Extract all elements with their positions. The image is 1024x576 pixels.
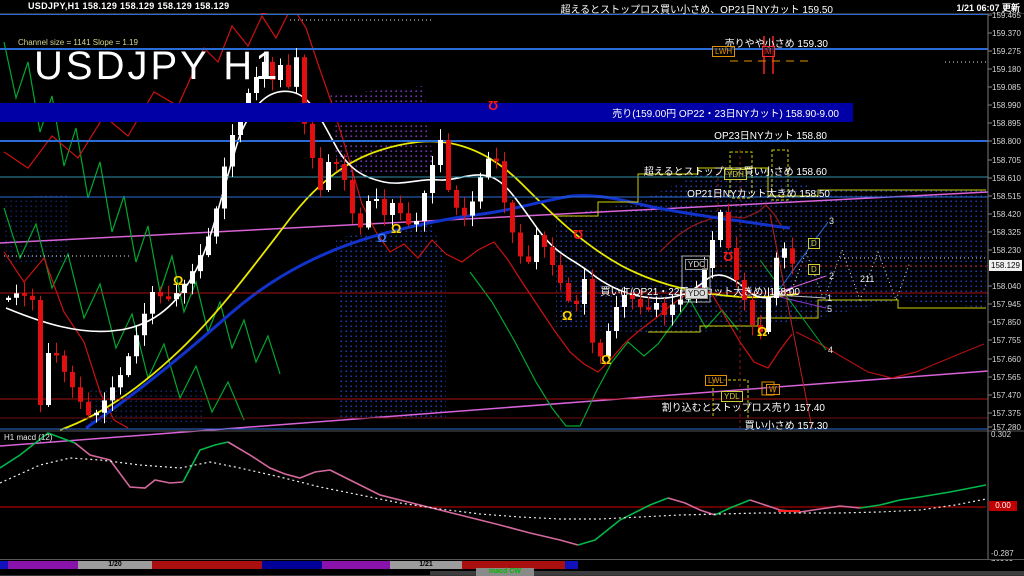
signal-marker-icon: Ʊ (723, 250, 733, 263)
price-label: 158.990 (992, 101, 1021, 110)
macd-zero-box: 0.00 (989, 501, 1017, 511)
macd-scale-top: 0.302 (991, 430, 1011, 439)
signal-marker-icon: Ω (757, 325, 767, 338)
current-price-box: 158.129 (989, 260, 1022, 271)
price-label: 158.420 (992, 210, 1021, 219)
price-label: 157.470 (992, 391, 1021, 400)
sell-zone-text: 売り(159.00円 OP22・23日NYカット) 158.90-9.00 (612, 105, 839, 120)
signal-marker-icon: Ʊ (488, 99, 498, 112)
price-label: 157.660 (992, 355, 1021, 364)
chart-annotation: 売りやや小さめ 159.30 (725, 35, 828, 50)
marker-badge: D (808, 264, 820, 275)
price-label: 159.085 (992, 83, 1021, 92)
session-segment (8, 561, 78, 569)
marker-badge: YDL (721, 391, 743, 402)
session-segment (262, 561, 322, 569)
signal-marker-icon: Ʊ (573, 228, 583, 241)
macd-scale-bottom: -0.287 (991, 549, 1014, 558)
marker-badge: LWL (705, 375, 727, 386)
scrollbar-label[interactable]: macd CW (476, 568, 534, 576)
projection-label: 3 (829, 216, 834, 226)
projection-label: 2 (829, 271, 834, 281)
price-label: 159.275 (992, 47, 1021, 56)
price-label: 159.465 (992, 11, 1021, 20)
macd-label: H1 macd (12) (4, 433, 52, 442)
chart-window: USDJPY,H1 158.129 158.129 158.129 158.12… (0, 0, 1024, 576)
session-segment (152, 561, 262, 569)
macd-lines (0, 433, 986, 545)
projection-label: 5 (827, 304, 832, 314)
marker-badge: YDH (724, 169, 747, 180)
chart-annotation: 割り込むとストップロス売り 157.40 (662, 399, 825, 414)
session-segment: 1/21 (390, 561, 462, 569)
topbar: USDJPY,H1 158.129 158.129 158.129 158.12… (0, 0, 1024, 13)
marker-badge: LWH (712, 46, 735, 57)
price-label: 158.230 (992, 246, 1021, 255)
price-label: 158.610 (992, 174, 1021, 183)
price-label: 157.850 (992, 318, 1021, 327)
signal-marker-icon: Ω (391, 222, 401, 235)
marker-badge: YDC (685, 259, 708, 270)
symbol-info: USDJPY,H1 158.129 158.129 158.129 158.12… (28, 1, 229, 11)
symbol-watermark: USDJPY H1 (34, 44, 280, 89)
price-label: 158.325 (992, 228, 1021, 237)
marker-badge: D (808, 238, 820, 249)
signal-marker-icon: Ω (377, 232, 387, 244)
session-segment: 1/20 (78, 561, 152, 569)
signal-marker-icon: Ω (601, 353, 611, 366)
projection-label: 211 (860, 274, 874, 284)
price-label: 158.040 (992, 282, 1021, 291)
sell-zone-band: 売り(159.00円 OP22・23日NYカット) 158.90-9.00 (0, 103, 853, 122)
price-label: 159.180 (992, 65, 1021, 74)
chart-annotation: 買い小さめ 157.30 (745, 417, 828, 432)
price-axis[interactable]: 159.465 159.370 159.275 159.180 159.085 158.9… (990, 0, 1024, 576)
signal-marker-icon: Ω (173, 274, 183, 287)
price-label: 157.565 (992, 373, 1021, 382)
marker-badge: YDO (685, 288, 708, 299)
price-label: 158.895 (992, 119, 1021, 128)
price-label: 157.755 (992, 336, 1021, 345)
price-label: 157.375 (992, 409, 1021, 418)
chart-annotation: OP21日NYカット大きめ 158.50 (687, 185, 830, 200)
chart-annotation: OP23日NYカット 158.80 (714, 127, 827, 142)
signal-marker-icon: Ω (562, 309, 572, 322)
projection-label: 1 (827, 293, 832, 303)
cloud-regions (4, 86, 986, 424)
session-segment (322, 561, 390, 569)
top-annotation: 超えるとストップロス買い小さめ、OP21日NYカット 159.50 (560, 1, 833, 16)
session-segment (0, 561, 8, 569)
marker-badge: M (762, 46, 775, 57)
price-label: 158.800 (992, 137, 1021, 146)
channel-info-label: Channel size = 1141 Slope = 1.19 (18, 38, 138, 47)
projection-label: 4 (828, 345, 833, 355)
price-label: 157.945 (992, 300, 1021, 309)
marker-badge: W (766, 384, 780, 395)
price-label: 158.515 (992, 192, 1021, 201)
price-label: 159.370 (992, 29, 1021, 38)
price-label: 158.705 (992, 156, 1021, 165)
session-segment (565, 561, 578, 569)
